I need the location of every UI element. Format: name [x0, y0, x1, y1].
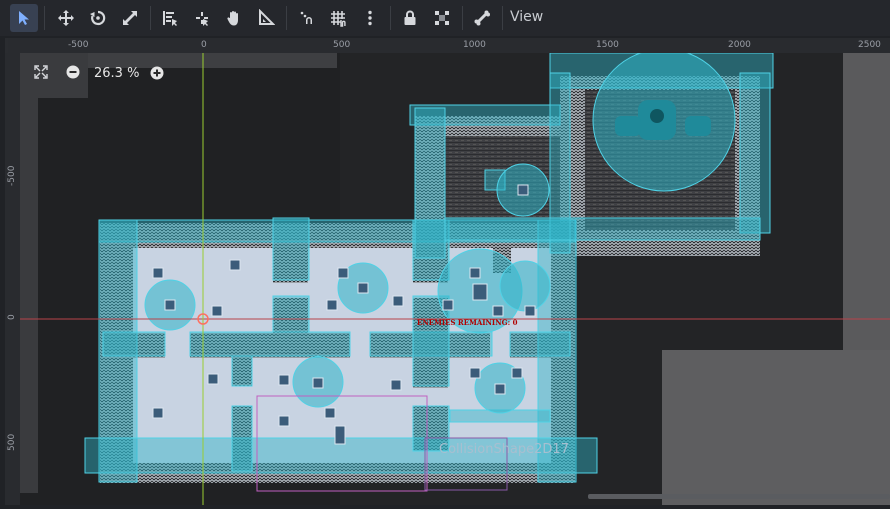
zoom-in-icon[interactable] [150, 66, 164, 80]
bone-icon [474, 10, 490, 26]
move-icon [58, 10, 74, 26]
skeleton-button[interactable] [468, 4, 496, 32]
rotate-icon [90, 10, 106, 26]
cursor-icon [19, 11, 29, 25]
ruler-tick-label: 500 [7, 433, 17, 451]
ruler-tick-label: 0 [7, 314, 17, 320]
list-select-button[interactable] [156, 4, 184, 32]
ruler-icon [259, 9, 275, 25]
snap-icon [300, 11, 312, 24]
group-icon [435, 11, 449, 25]
more-vertical-icon [368, 10, 372, 26]
pivot-mode-button[interactable] [188, 4, 216, 32]
out-of-bounds-area [662, 350, 890, 505]
ruler-tick-label: 0 [201, 40, 207, 50]
out-of-bounds-area [843, 53, 890, 353]
move-mode-button[interactable] [52, 4, 80, 32]
ruler-tick-label: 2000 [728, 40, 751, 50]
scene-canvas[interactable]: ENEMIES REMAINING: 0 CollisionShape2D17 [5, 38, 890, 505]
zoom-out-icon[interactable] [66, 65, 80, 79]
view-menu[interactable]: View [510, 9, 543, 25]
toolbar-separator [390, 6, 391, 30]
scale-mode-button[interactable] [116, 4, 144, 32]
lock-icon [404, 10, 416, 25]
ruler-tick-label: 500 [333, 40, 351, 50]
ruler-vertical[interactable]: -500 0 500 [5, 53, 20, 505]
toolbar-separator [502, 6, 503, 30]
lock-button[interactable] [396, 4, 424, 32]
toolbar-separator [462, 6, 463, 30]
smart-snap-button[interactable] [292, 4, 320, 32]
editor-toolbar: View [0, 0, 890, 36]
ruler-tick-label: -500 [68, 40, 89, 50]
zoom-reset-icon[interactable] [34, 65, 48, 79]
selected-node-label: CollisionShape2D17 [439, 442, 569, 457]
zoom-controls [20, 53, 88, 99]
ruler-tick-label: 1500 [596, 40, 619, 50]
scale-icon [123, 11, 137, 25]
toolbar-separator [44, 6, 45, 30]
hand-icon [227, 11, 238, 26]
toolbar-separator [286, 6, 287, 30]
ruler-tick-label: -500 [7, 165, 17, 186]
rotate-mode-button[interactable] [84, 4, 112, 32]
toolbar-separator [150, 6, 151, 30]
canvas-viewport[interactable]: ENEMIES REMAINING: 0 CollisionShape2D17 [5, 38, 890, 505]
ruler-tick-label: 1000 [463, 40, 486, 50]
enemies-remaining-label: ENEMIES REMAINING: 0 [417, 318, 518, 327]
horizontal-scrollbar[interactable] [588, 494, 890, 499]
zoom-level[interactable]: 26.3 % [94, 66, 139, 81]
list-select-icon [163, 11, 177, 26]
grid-icon [331, 11, 346, 27]
pivot-icon [196, 12, 208, 26]
pan-mode-button[interactable] [220, 4, 248, 32]
grid-snap-button[interactable] [324, 4, 352, 32]
ruler-horizontal[interactable]: -500 0 500 1000 1500 2000 2500 [8, 38, 890, 53]
select-mode-button[interactable] [10, 4, 38, 32]
snap-options-button[interactable] [356, 4, 384, 32]
ruler-mode-button[interactable] [252, 4, 280, 32]
group-button[interactable] [428, 4, 456, 32]
ruler-tick-label: 2500 [858, 40, 881, 50]
